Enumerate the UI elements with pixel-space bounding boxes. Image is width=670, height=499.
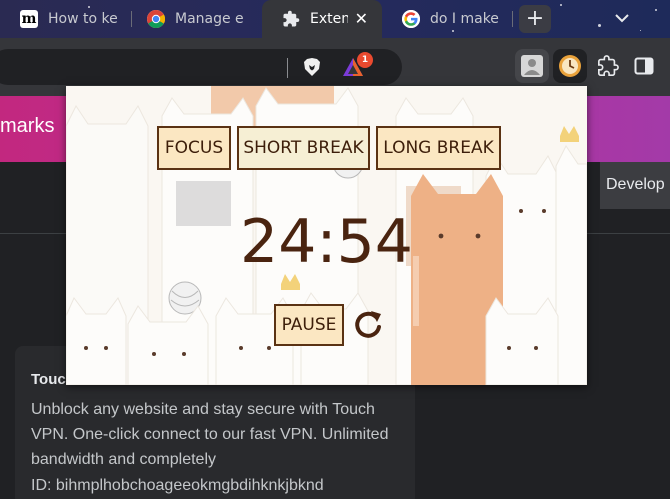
tab-manage-extensions[interactable]: Manage e <box>127 0 259 38</box>
address-bar-divider <box>287 58 288 78</box>
tab-google-search[interactable]: do I make <box>382 0 512 38</box>
decoration-star <box>655 9 657 11</box>
developer-mode-toggle[interactable]: Develop <box>600 162 670 209</box>
tab-title: Manage e <box>175 11 244 27</box>
decoration-star <box>598 24 601 27</box>
tab-extensions[interactable]: Exten ✕ <box>262 0 382 38</box>
long-break-mode-button[interactable]: LONG BREAK <box>376 126 501 170</box>
developer-mode-label: Develop <box>606 176 665 193</box>
page-header-title: marks <box>0 115 55 137</box>
puzzle-extension-icon <box>282 10 300 28</box>
tab-title: Exten <box>310 11 348 27</box>
brave-shields-icon[interactable] <box>303 57 321 77</box>
extension-profile-icon[interactable] <box>515 49 549 83</box>
tab-strip: m How to ke Manage e Exten ✕ do I make + <box>0 0 670 38</box>
decoration-star <box>640 30 641 31</box>
extension-card-title: Touc <box>31 371 66 388</box>
pomodoro-popup: FOCUS SHORT BREAK LONG BREAK 24:54 PAUSE <box>66 86 587 385</box>
address-bar[interactable]: 1 <box>0 49 402 85</box>
focus-mode-button[interactable]: FOCUS <box>157 126 231 170</box>
side-panel-icon[interactable] <box>627 49 661 83</box>
medium-icon: m <box>20 10 38 28</box>
extension-card-id: ID: bihmplhobchoageeokmgbdihknkjbknd <box>31 477 324 494</box>
tab-title: How to ke <box>48 11 118 27</box>
timer-display: 24:54 <box>240 207 413 277</box>
tab-divider <box>512 11 513 27</box>
pause-button[interactable]: PAUSE <box>274 304 344 346</box>
decoration-star <box>560 4 562 6</box>
google-icon <box>402 10 420 28</box>
notification-badge: 1 <box>357 52 373 68</box>
pomodoro-timer-icon[interactable] <box>553 49 587 83</box>
reset-icon[interactable] <box>352 308 384 342</box>
extensions-puzzle-icon[interactable] <box>591 49 625 83</box>
short-break-mode-button[interactable]: SHORT BREAK <box>237 126 370 170</box>
tab-medium[interactable]: m How to ke <box>0 0 126 38</box>
close-icon[interactable]: ✕ <box>355 9 368 28</box>
new-tab-button[interactable]: + <box>519 5 551 33</box>
chrome-icon <box>147 10 165 28</box>
tab-title: do I make <box>430 11 499 27</box>
tab-search-chevron-icon[interactable] <box>612 8 632 32</box>
extension-card-description: Unblock any website and stay secure with… <box>31 401 389 468</box>
